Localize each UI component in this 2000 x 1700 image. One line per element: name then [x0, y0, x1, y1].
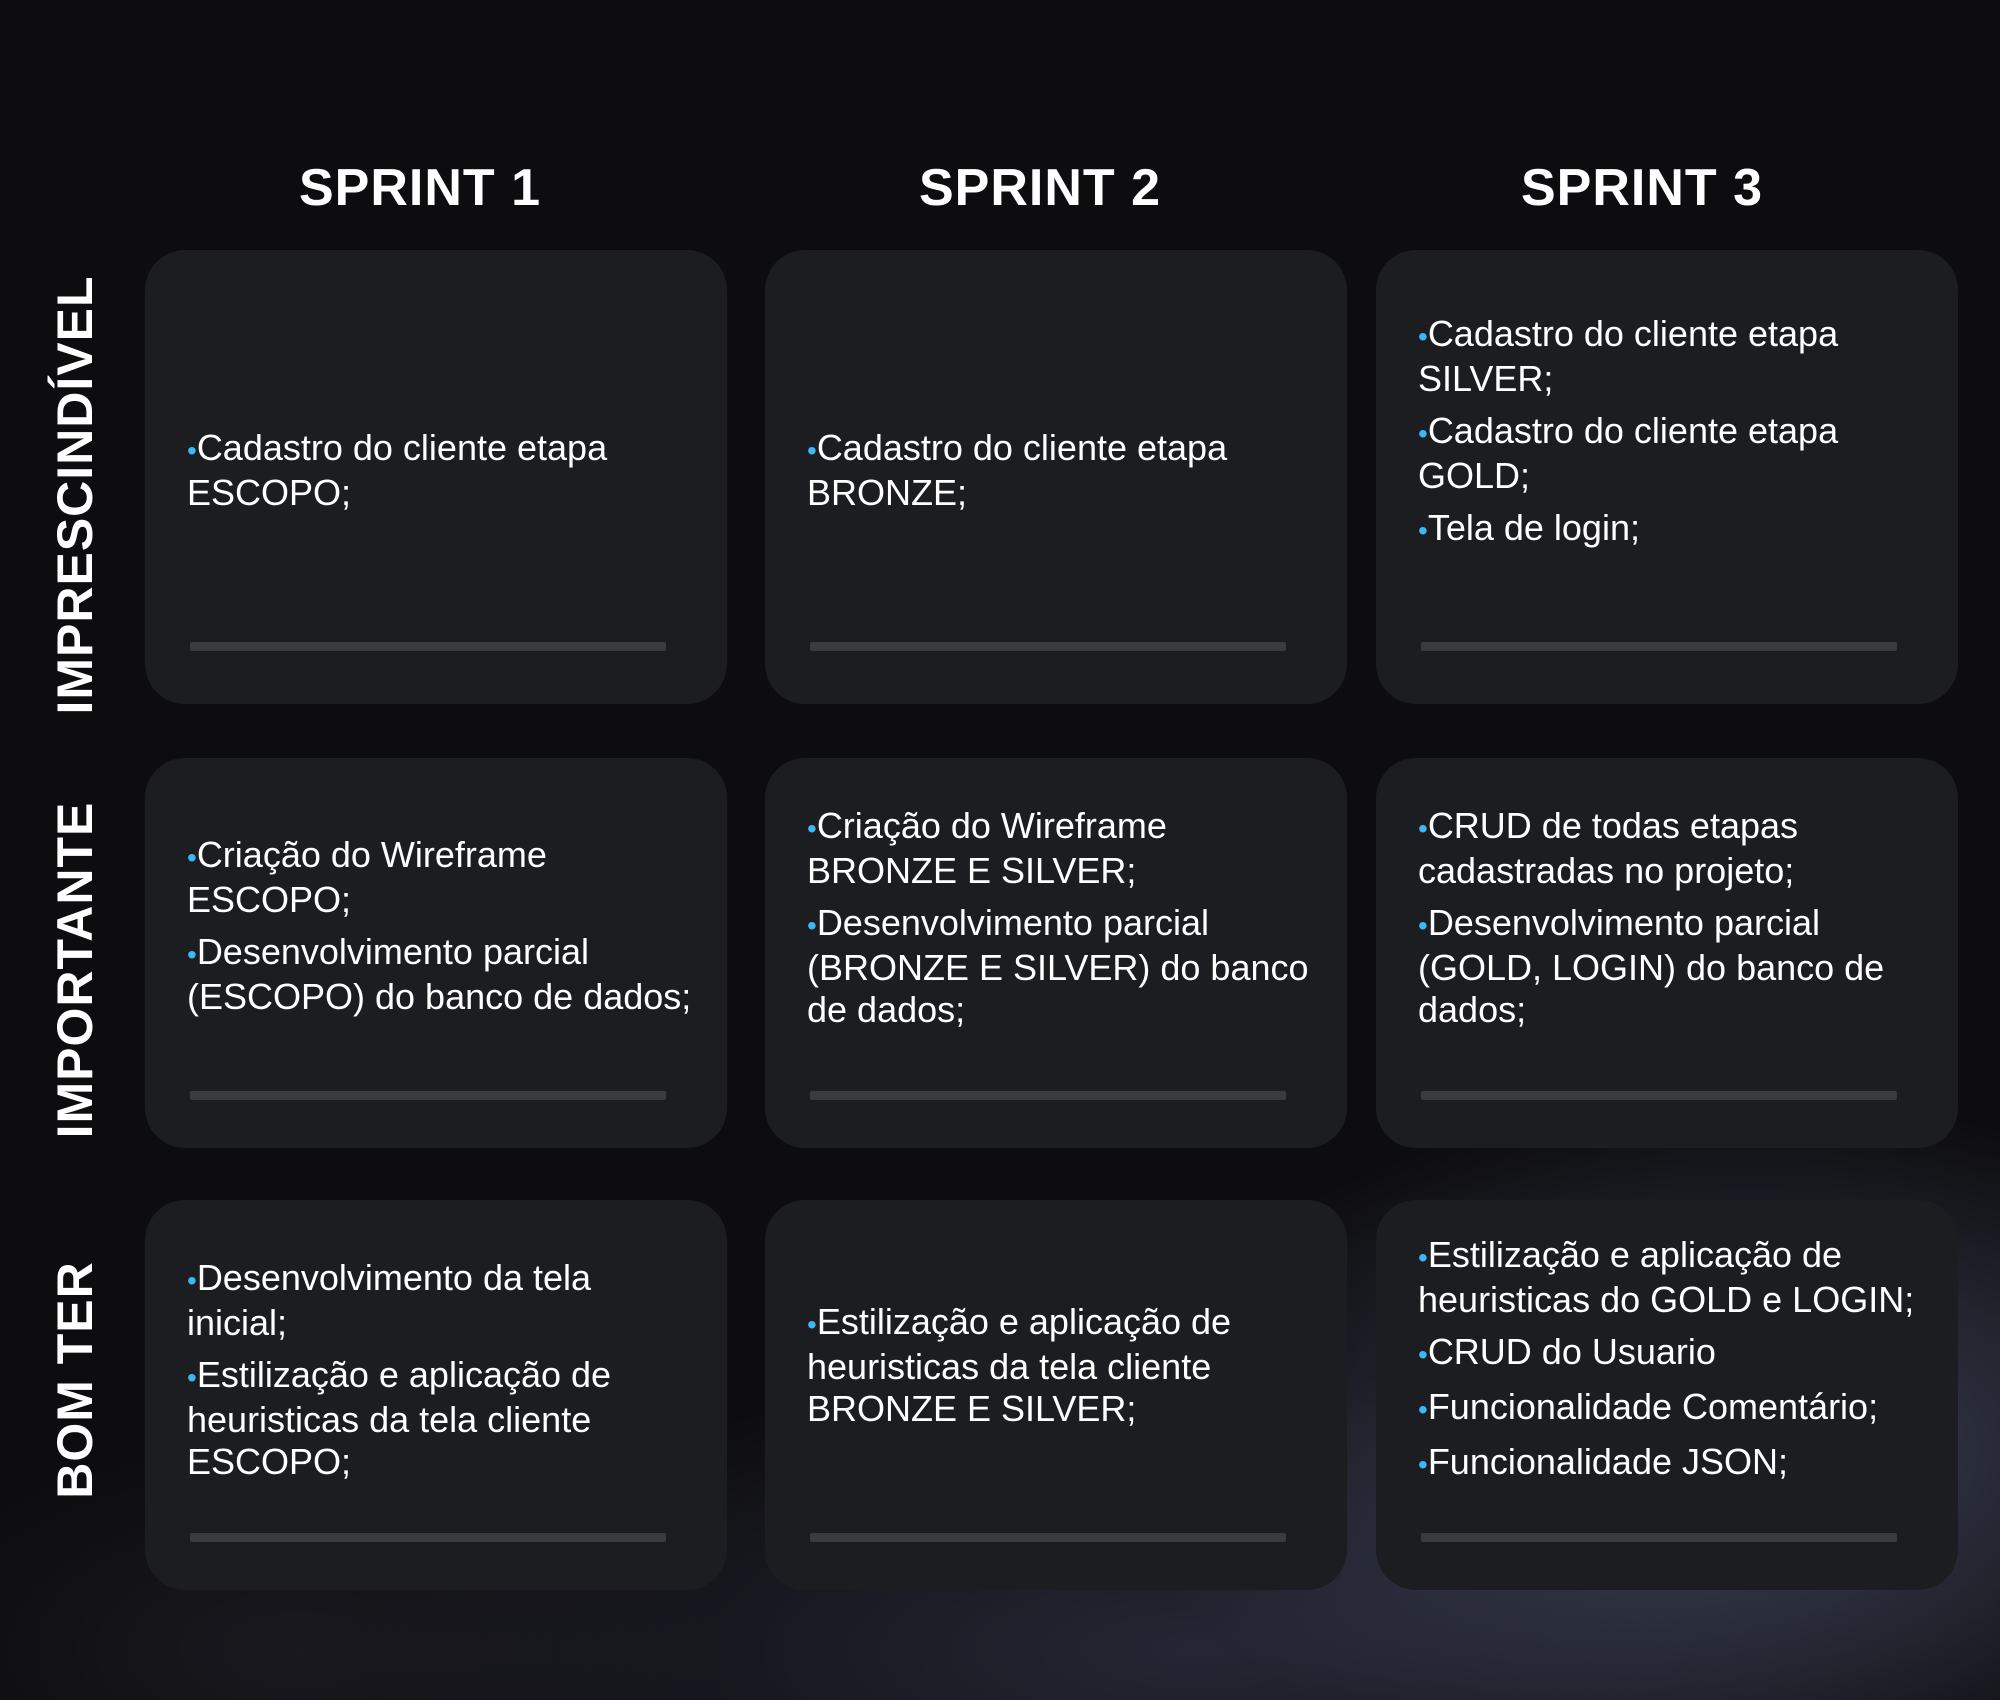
card-importante-sprint-1: •Criação do Wireframe ESCOPO; •Desenvolvi…: [145, 758, 727, 1148]
bullet-icon: •: [1418, 1449, 1428, 1480]
card-list-item-text: Cadastro do cliente etapa ESCOPO;: [187, 426, 608, 513]
card-list-item-text: Funcionalidade JSON;: [1427, 1441, 1789, 1482]
card-bom-ter-sprint-2: •Estilização e aplicação de heuristicas …: [765, 1200, 1347, 1590]
card-list-item-text: Desenvolvimento parcial (GOLD, LOGIN) do…: [1418, 902, 1885, 1030]
card-list-item: •Desenvolvimento parcial (BRONZE E SILVE…: [807, 902, 1319, 1031]
card-list-item-text: Desenvolvimento parcial (ESCOPO) do banc…: [187, 930, 692, 1017]
card-list-item: •Tela de login;: [1418, 507, 1930, 552]
card-divider: [810, 1091, 1286, 1100]
card-list-item-text: Estilização e aplicação de heuristicas d…: [1418, 1234, 1915, 1320]
card-items: •Cadastro do cliente etapa ESCOPO;: [187, 250, 699, 690]
card-list-item: •Estilização e aplicação de heuristicas …: [1418, 1234, 1930, 1321]
card-list-item-text: Funcionalidade Comentário;: [1427, 1386, 1879, 1427]
card-items: •Desenvolvimento da tela inicial; •Estili…: [187, 1200, 699, 1540]
card-divider: [810, 642, 1286, 651]
card-list-item-text: Desenvolvimento da tela inicial;: [187, 1257, 592, 1343]
card-divider: [1421, 642, 1897, 651]
card-list-item-text: Criação do Wireframe BRONZE E SILVER;: [807, 805, 1167, 891]
bullet-icon: •: [187, 938, 197, 970]
card-list-item: •Criação do Wireframe BRONZE E SILVER;: [807, 805, 1319, 892]
card-imprescindivel-sprint-3: •Cadastro do cliente etapa SILVER; •Cadas…: [1376, 250, 1958, 704]
card-list-item: •Cadastro do cliente etapa ESCOPO;: [187, 427, 699, 514]
card-divider: [810, 1533, 1286, 1542]
bullet-icon: •: [1418, 910, 1428, 941]
card-list-item: •Funcionalidade JSON;: [1418, 1441, 1930, 1486]
card-list-item: •Desenvolvimento parcial (GOLD, LOGIN) d…: [1418, 902, 1930, 1031]
card-list-item: •Estilização e aplicação de heuristicas …: [807, 1301, 1319, 1430]
card-divider: [190, 1091, 666, 1100]
card-list-item-text: Cadastro do cliente etapa GOLD;: [1418, 409, 1839, 496]
card-list-item: •Cadastro do cliente etapa BRONZE;: [807, 427, 1319, 514]
card-bom-ter-sprint-1: •Desenvolvimento da tela inicial; •Estili…: [145, 1200, 727, 1590]
bullet-icon: •: [187, 841, 197, 873]
bullet-icon: •: [1418, 813, 1428, 844]
card-divider: [190, 642, 666, 651]
card-list-item: •Desenvolvimento parcial (ESCOPO) do ban…: [187, 931, 699, 1018]
card-items: •Cadastro do cliente etapa BRONZE;: [807, 250, 1319, 690]
bullet-icon: •: [1418, 1394, 1428, 1425]
card-items: •Cadastro do cliente etapa SILVER; •Cadas…: [1418, 250, 1930, 614]
card-items: •Estilização e aplicação de heuristicas …: [1418, 1200, 1930, 1520]
card-list-item-text: Tela de login;: [1427, 506, 1640, 548]
bullet-icon: •: [807, 434, 817, 466]
card-list-item: •Cadastro do cliente etapa GOLD;: [1418, 410, 1930, 497]
card-bom-ter-sprint-3: •Estilização e aplicação de heuristicas …: [1376, 1200, 1958, 1590]
card-list-item-text: CRUD do Usuario: [1427, 1331, 1716, 1372]
card-list-item: •Estilização e aplicação de heuristicas …: [187, 1354, 699, 1483]
bullet-icon: •: [807, 1308, 817, 1340]
bullet-icon: •: [1418, 1339, 1428, 1370]
card-list-item-text: Cadastro do cliente etapa BRONZE;: [807, 426, 1228, 513]
card-list-item-text: Estilização e aplicação de heuristicas d…: [807, 1300, 1232, 1429]
bullet-icon: •: [1418, 417, 1428, 449]
card-importante-sprint-3: •CRUD de todas etapas cadastradas no pro…: [1376, 758, 1958, 1148]
card-items: •Estilização e aplicação de heuristicas …: [807, 1200, 1319, 1530]
bullet-icon: •: [1418, 320, 1428, 352]
card-list-item-text: Criação do Wireframe ESCOPO;: [187, 833, 547, 920]
card-list-item-text: Cadastro do cliente etapa SILVER;: [1418, 312, 1839, 399]
column-header-sprint-1: SPRINT 1: [298, 159, 542, 217]
bullet-icon: •: [1418, 514, 1428, 546]
bullet-icon: •: [187, 434, 197, 466]
card-imprescindivel-sprint-1: •Cadastro do cliente etapa ESCOPO;: [145, 250, 727, 704]
bullet-icon: •: [1418, 1242, 1428, 1273]
card-list-item: •Funcionalidade Comentário;: [1418, 1386, 1930, 1431]
card-list-item-text: CRUD de todas etapas cadastradas no proj…: [1418, 805, 1799, 891]
card-list-item: •CRUD do Usuario: [1418, 1331, 1930, 1376]
card-list-item: •Criação do Wireframe ESCOPO;: [187, 834, 699, 921]
card-importante-sprint-2: •Criação do Wireframe BRONZE E SILVER; •D…: [765, 758, 1347, 1148]
card-items: •Criação do Wireframe BRONZE E SILVER; •D…: [807, 758, 1319, 1078]
card-divider: [1421, 1533, 1897, 1542]
card-items: •CRUD de todas etapas cadastradas no pro…: [1418, 758, 1930, 1078]
card-divider: [1421, 1091, 1897, 1100]
bullet-icon: •: [807, 813, 817, 844]
card-list-item: •Desenvolvimento da tela inicial;: [187, 1257, 699, 1344]
bullet-icon: •: [807, 910, 817, 941]
card-list-item: •Cadastro do cliente etapa SILVER;: [1418, 313, 1930, 400]
column-header-sprint-2: SPRINT 2: [918, 159, 1162, 217]
card-list-item-text: Estilização e aplicação de heuristicas d…: [187, 1354, 612, 1482]
card-list-item-text: Desenvolvimento parcial (BRONZE E SILVER…: [807, 902, 1309, 1030]
card-list-item: •CRUD de todas etapas cadastradas no pro…: [1418, 805, 1930, 892]
column-header-sprint-3: SPRINT 3: [1520, 159, 1764, 217]
bullet-icon: •: [187, 1362, 197, 1393]
bullet-icon: •: [187, 1265, 197, 1296]
card-imprescindivel-sprint-2: •Cadastro do cliente etapa BRONZE;: [765, 250, 1347, 704]
card-divider: [190, 1533, 666, 1542]
card-items: •Criação do Wireframe ESCOPO; •Desenvolvi…: [187, 758, 699, 1093]
